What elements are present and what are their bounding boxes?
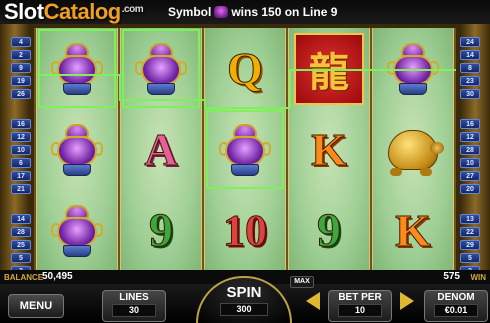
- left-line-marker[interactable]: 19: [11, 76, 31, 86]
- right-line-marker[interactable]: 23: [460, 76, 480, 86]
- cell-r4-s1: 龍: [289, 28, 369, 109]
- pot-symbol-icon: [214, 6, 229, 18]
- cell-r3-s3: 10: [205, 190, 285, 271]
- bet-per-selector[interactable]: BET PER 10: [328, 290, 392, 322]
- spin-button[interactable]: SPIN 300: [196, 276, 292, 323]
- left-line-marker[interactable]: 21: [11, 184, 31, 194]
- purple-pot-icon: [135, 41, 187, 97]
- left-line-marker[interactable]: 5: [11, 253, 31, 263]
- left-line-marker[interactable]: 9: [11, 63, 31, 73]
- balance-label: BALANCE: [4, 273, 44, 282]
- right-line-marker[interactable]: 30: [460, 89, 480, 99]
- lines-value: 30: [112, 304, 156, 317]
- denom-selector[interactable]: DENOM €0.01: [424, 290, 488, 322]
- cell-r3-s2: [205, 109, 285, 190]
- reel-1: [36, 28, 118, 271]
- symbol-9: 9: [317, 203, 342, 257]
- right-line-marker[interactable]: 29: [460, 240, 480, 250]
- left-line-marker[interactable]: 2: [11, 50, 31, 60]
- left-line-marker[interactable]: 12: [11, 132, 31, 142]
- total-bet-value: 300: [220, 303, 268, 316]
- bet-decrease-arrow-icon[interactable]: [306, 292, 320, 310]
- marker-gap: [11, 102, 31, 116]
- bet-increase-arrow-icon[interactable]: [400, 292, 414, 310]
- cell-r2-s2: A: [121, 109, 201, 190]
- watermark-logo: SlotCatalog.com: [4, 0, 144, 24]
- symbol-a: A: [144, 123, 178, 175]
- symbol-9: 9: [149, 203, 174, 257]
- left-line-marker[interactable]: 25: [11, 240, 31, 250]
- left-line-marker[interactable]: 6: [11, 158, 31, 168]
- bet-per-value: 10: [338, 304, 382, 317]
- top-bar: SlotCatalog.com Symbol wins 150 on Line 9: [0, 0, 490, 24]
- cell-r2-s1: [121, 28, 201, 109]
- reel-4: 龍 K 9: [288, 28, 370, 271]
- cell-r4-s2: K: [289, 109, 369, 190]
- menu-button[interactable]: MENU: [8, 294, 64, 318]
- left-line-marker[interactable]: 14: [11, 214, 31, 224]
- purple-pot-icon: [51, 203, 103, 259]
- left-line-marker[interactable]: 4: [11, 37, 31, 47]
- right-line-marker[interactable]: 27: [460, 171, 480, 181]
- wild-dragon-icon: 龍: [294, 32, 364, 105]
- purple-pot-icon: [387, 41, 439, 97]
- cell-r4-s3: 9: [289, 190, 369, 271]
- max-bet-button[interactable]: MAX: [290, 276, 314, 288]
- cell-r1-s3: [37, 190, 117, 271]
- left-line-marker[interactable]: 17: [11, 171, 31, 181]
- symbol-k: K: [311, 123, 348, 175]
- win-message: Symbol wins 150 on Line 9: [168, 5, 338, 19]
- right-line-marker[interactable]: 28: [460, 145, 480, 155]
- purple-pot-icon: [219, 122, 271, 178]
- reel-grid: A 9 Q 10 龍 K 9 K: [34, 28, 456, 271]
- right-payline-markers: 24148233016122810272013222953: [460, 37, 480, 276]
- win-label: WIN: [470, 273, 486, 282]
- right-line-marker[interactable]: 22: [460, 227, 480, 237]
- right-line-marker[interactable]: 5: [460, 253, 480, 263]
- cell-r5-s1: [373, 28, 453, 109]
- right-line-marker[interactable]: 20: [460, 184, 480, 194]
- left-line-marker[interactable]: 16: [11, 119, 31, 129]
- right-line-marker[interactable]: 8: [460, 63, 480, 73]
- left-line-marker[interactable]: 10: [11, 145, 31, 155]
- reel-5: K: [372, 28, 454, 271]
- reel-2: A 9: [120, 28, 202, 271]
- right-line-marker[interactable]: 16: [460, 119, 480, 129]
- purple-pot-icon: [51, 41, 103, 97]
- right-line-marker[interactable]: 24: [460, 37, 480, 47]
- symbol-q: Q: [227, 42, 264, 94]
- right-line-marker[interactable]: 13: [460, 214, 480, 224]
- gold-turtle-icon: [382, 122, 444, 178]
- cell-r3-s1: Q: [205, 28, 285, 109]
- marker-gap: [11, 197, 31, 211]
- symbol-k: K: [395, 204, 432, 256]
- right-line-marker[interactable]: 14: [460, 50, 480, 60]
- symbol-10: 10: [223, 205, 268, 255]
- reel-3: Q 10: [204, 28, 286, 271]
- marker-gap: [460, 197, 480, 211]
- left-line-marker[interactable]: 26: [11, 89, 31, 99]
- lines-selector[interactable]: LINES 30: [102, 290, 166, 322]
- left-payline-markers: 42919261612106172114282553: [11, 37, 31, 276]
- cell-r2-s3: 9: [121, 190, 201, 271]
- right-line-marker[interactable]: 12: [460, 132, 480, 142]
- cell-r1-s1: [37, 28, 117, 109]
- cell-r5-s3: K: [373, 190, 453, 271]
- right-line-marker[interactable]: 10: [460, 158, 480, 168]
- denom-value: €0.01: [434, 304, 478, 317]
- cell-r5-s2: [373, 109, 453, 190]
- left-line-marker[interactable]: 28: [11, 227, 31, 237]
- marker-gap: [460, 102, 480, 116]
- cell-r1-s2: [37, 109, 117, 190]
- balance-value: 50,495: [42, 271, 73, 282]
- purple-pot-icon: [51, 122, 103, 178]
- win-value: 575: [443, 271, 460, 282]
